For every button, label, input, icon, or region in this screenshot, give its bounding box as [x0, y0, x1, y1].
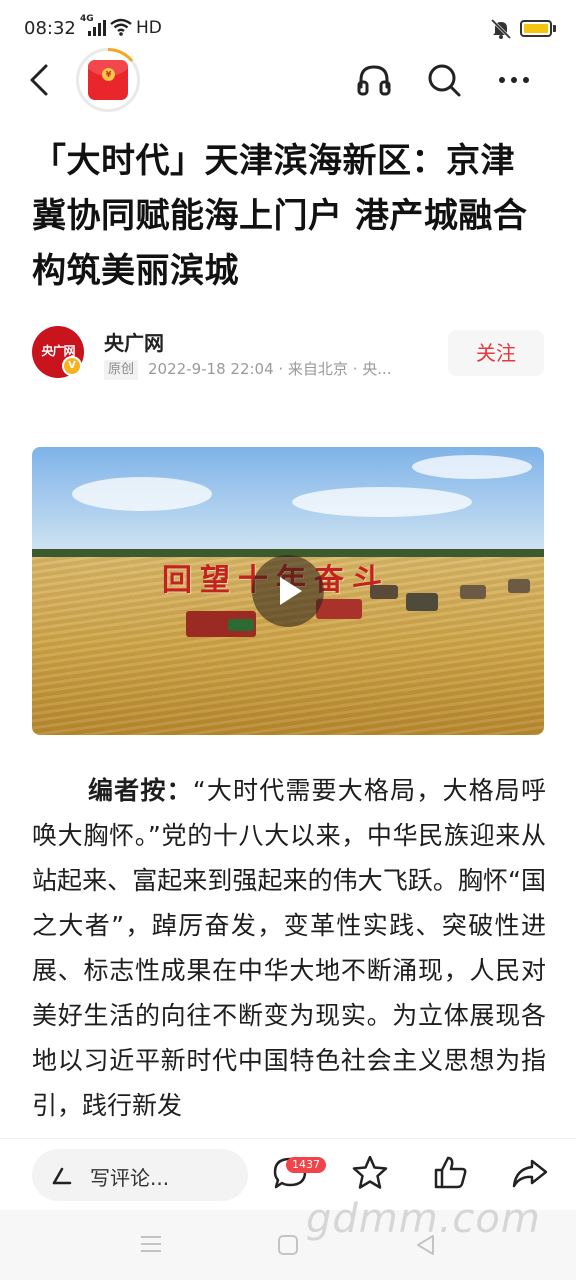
verified-icon: V [62, 356, 82, 376]
harvester [406, 593, 438, 611]
cloud [72, 477, 212, 511]
cloud [292, 487, 472, 517]
cloud [412, 455, 532, 479]
home-nav-icon[interactable] [277, 1234, 299, 1256]
battery-level [524, 24, 548, 33]
harvester [228, 619, 254, 631]
hd-indicator: HD [136, 18, 162, 38]
battery-cap [553, 25, 556, 32]
comment-placeholder: 写评论... [90, 1166, 170, 1190]
back-arrow-icon[interactable] [20, 60, 60, 100]
share-arrow-icon[interactable] [510, 1153, 550, 1193]
like-thumb-icon[interactable] [430, 1153, 470, 1193]
status-time: 08:32 [24, 18, 76, 39]
editor-note-label: 编者按： [88, 776, 193, 805]
watermark: gdmm.com [306, 1196, 541, 1242]
mute-icon [490, 18, 512, 40]
publish-meta: 2022-9-18 22:04 · 来自北京 · 央... [148, 360, 392, 378]
search-icon[interactable] [424, 60, 464, 100]
wifi-icon [110, 18, 132, 36]
headphones-icon[interactable] [354, 60, 394, 100]
harvester [508, 579, 530, 593]
menu-nav-icon[interactable] [140, 1234, 162, 1254]
article-header: ¥ [0, 44, 576, 120]
author-name[interactable]: 央广网 [104, 327, 164, 356]
signal-icon [88, 20, 106, 36]
video-player[interactable]: 回望十年奋斗 [32, 447, 544, 735]
harvester [370, 585, 398, 599]
more-dots-icon[interactable] [494, 60, 534, 100]
follow-button[interactable]: 关注 [448, 330, 544, 376]
play-icon [280, 577, 302, 605]
red-packet-icon: ¥ [88, 60, 128, 100]
harvester [316, 599, 362, 619]
article-body-text: “大时代需要大格局，大格局呼唤大胸怀。”党的十八大以来，中华民族迎来从站起来、富… [32, 776, 546, 1120]
article-title: 「大时代」天津滨海新区：京津冀协同赋能海上门户 港产城融合构筑美丽滨城 [32, 141, 528, 291]
comment-input[interactable]: 写评论... [32, 1149, 248, 1201]
pen-icon [52, 1167, 72, 1185]
star-icon[interactable] [350, 1153, 390, 1193]
article-body: 编者按：“大时代需要大格局，大格局呼唤大胸怀。”党的十八大以来，中华民族迎来从站… [32, 768, 546, 1128]
play-button[interactable] [252, 555, 324, 627]
comment-count-badge: 1437 [286, 1157, 326, 1173]
original-tag: 原创 [104, 360, 139, 380]
harvester [460, 585, 486, 599]
battery-icon [520, 20, 552, 37]
